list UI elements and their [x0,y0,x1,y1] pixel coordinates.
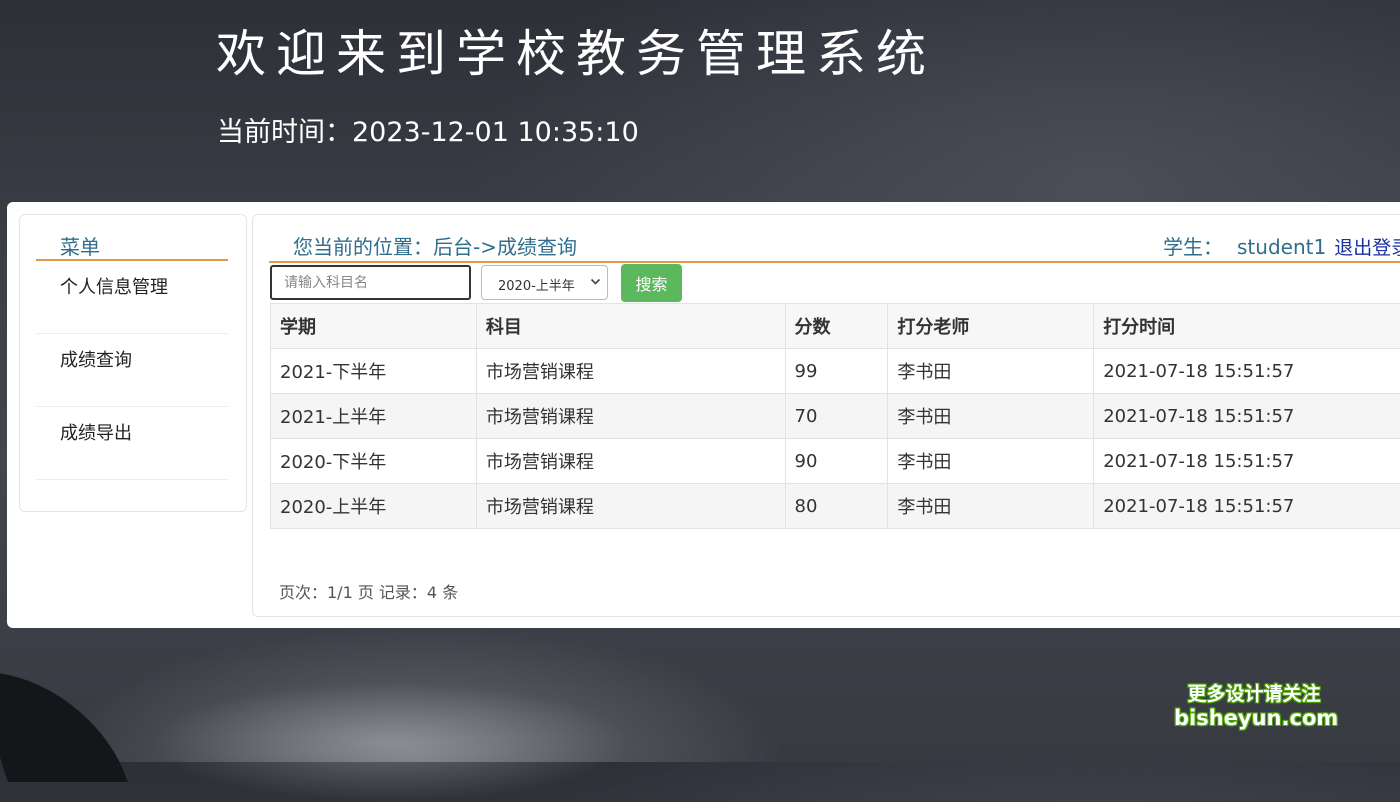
column-header-score: 分数 [785,304,888,349]
cell-score: 99 [785,349,888,394]
cell-teacher: 李书田 [888,349,1094,394]
search-button[interactable]: 搜索 [621,264,682,302]
cell-teacher: 李书田 [888,484,1094,529]
cell-graded-time: 2021-07-18 15:51:57 [1094,349,1400,394]
content-panel: 您当前的位置：后台->成绩查询 学生： student1 退出登录 2020-上半年… [252,214,1400,617]
sidebar-item-label: 个人信息管理 [60,273,168,299]
main-panel: 菜单 个人信息管理 成绩查询 成绩导出 您当前的位置：后台->成绩查询 学生： s… [7,202,1400,628]
sidebar-item-grade-export[interactable]: 成绩导出 [36,407,228,480]
term-select-value: 2020-上半年 [498,275,575,294]
user-info: 学生： student1 退出登录 [1163,231,1400,260]
column-header-term: 学期 [271,304,477,349]
cell-subject: 市场营销课程 [476,484,785,529]
cell-term: 2020-下半年 [271,439,477,484]
sidebar-item-personal-info[interactable]: 个人信息管理 [36,261,228,334]
current-time-label: 当前时间： [217,117,352,148]
cell-graded-time: 2021-07-18 15:51:57 [1094,394,1400,439]
sidebar-item-grade-query[interactable]: 成绩查询 [36,334,228,407]
sidebar-item-label: 成绩查询 [60,346,132,372]
user-role-label: 学生： [1163,235,1223,259]
background-cloud [150,682,630,802]
table-header-row: 学期 科目 分数 打分老师 打分时间 [271,304,1400,349]
cell-teacher: 李书田 [888,394,1094,439]
table-row: 2020-上半年 市场营销课程 80 李书田 2021-07-18 15:51:… [271,484,1400,529]
cell-term: 2021-上半年 [271,394,477,439]
site-title: 欢迎来到学校教务管理系统 [216,14,936,86]
cell-graded-time: 2021-07-18 15:51:57 [1094,484,1400,529]
subject-search-input[interactable] [270,265,471,300]
logout-link[interactable]: 退出登录 [1334,237,1400,259]
cell-term: 2021-下半年 [271,349,477,394]
cell-graded-time: 2021-07-18 15:51:57 [1094,439,1400,484]
username: student1 [1237,235,1326,259]
menu-title-label: 菜单 [60,231,100,260]
cell-score: 90 [785,439,888,484]
watermark-logo: 更多设计请关注 bisheyun.com [1174,684,1334,730]
cell-subject: 市场营销课程 [476,439,785,484]
cell-score: 70 [785,394,888,439]
menu-title: 菜单 [36,229,228,261]
current-time: 当前时间：2023-12-01 10:35:10 [217,110,639,149]
pagination-info: 页次：1/1 页 记录：4 条 [279,579,458,603]
watermark-line-2: bisheyun.com [1174,706,1334,730]
cell-subject: 市场营销课程 [476,394,785,439]
grades-table: 学期 科目 分数 打分老师 打分时间 2021-下半年 市场营销课程 99 李书… [270,303,1400,529]
breadcrumb: 您当前的位置：后台->成绩查询 [293,231,577,260]
current-time-value: 2023-12-01 10:35:10 [352,117,639,148]
sidebar-item-label: 成绩导出 [60,419,132,445]
cell-score: 80 [785,484,888,529]
table-row: 2021-上半年 市场营销课程 70 李书田 2021-07-18 15:51:… [271,394,1400,439]
column-header-subject: 科目 [476,304,785,349]
table-row: 2020-下半年 市场营销课程 90 李书田 2021-07-18 15:51:… [271,439,1400,484]
chevron-down-icon [590,276,601,291]
cell-subject: 市场营销课程 [476,349,785,394]
watermark-line-1: 更多设计请关注 [1174,684,1334,706]
cell-teacher: 李书田 [888,439,1094,484]
term-select[interactable]: 2020-上半年 [481,265,608,300]
sidebar-menu: 菜单 个人信息管理 成绩查询 成绩导出 [19,214,247,512]
background-hill [0,672,128,782]
cell-term: 2020-上半年 [271,484,477,529]
column-header-teacher: 打分老师 [888,304,1094,349]
table-row: 2021-下半年 市场营销课程 99 李书田 2021-07-18 15:51:… [271,349,1400,394]
content-header: 您当前的位置：后台->成绩查询 学生： student1 退出登录 [269,229,1400,263]
column-header-graded-time: 打分时间 [1094,304,1400,349]
